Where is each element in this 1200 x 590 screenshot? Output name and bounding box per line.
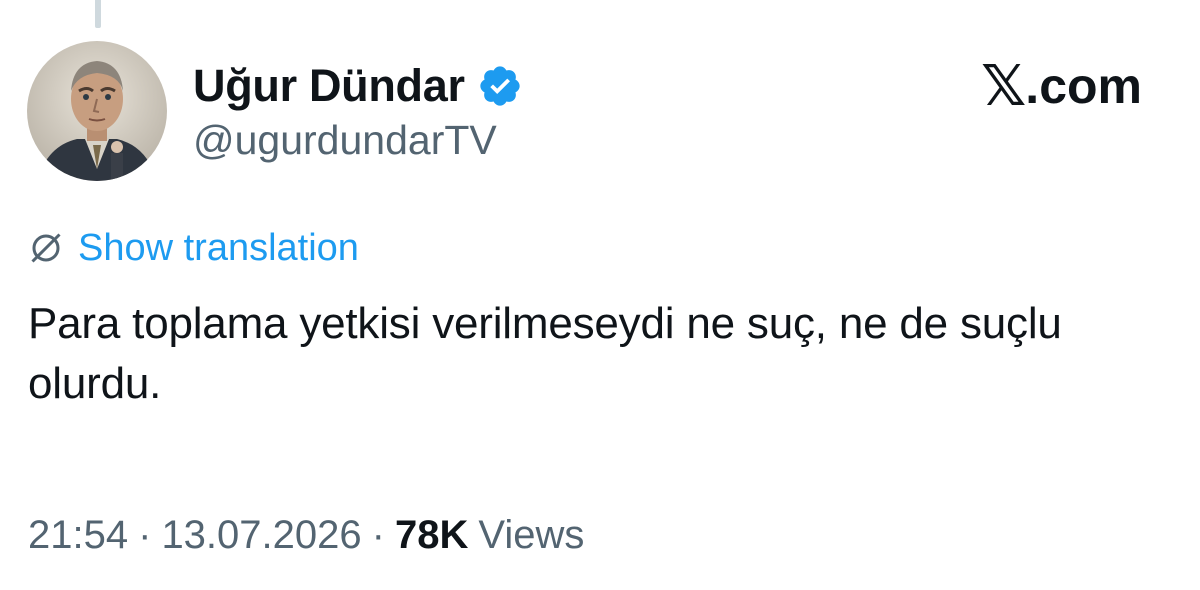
tweet-time[interactable]: 21:54 — [28, 513, 128, 558]
portrait-avatar-image — [27, 41, 167, 181]
tweet-text: Para toplama yetkisi verilmeseydi ne suç… — [28, 299, 1062, 408]
globe-icon — [28, 230, 64, 266]
views-count[interactable]: 78K — [395, 513, 468, 558]
tweet-meta: 21:54 · 13.07.2026 · 78K Views — [28, 509, 584, 561]
author-handle[interactable]: @ugurdundarTV — [193, 117, 497, 164]
author-display-name[interactable]: Uğur Dündar — [193, 60, 465, 112]
brand-watermark: 𝕏 .com — [981, 54, 1142, 117]
author-name-row[interactable]: Uğur Dündar — [193, 58, 523, 114]
brand-label: .com — [1025, 58, 1142, 114]
meta-separator: · — [371, 512, 385, 557]
meta-separator: · — [138, 512, 152, 557]
thread-connector-line — [95, 0, 101, 28]
x-logo-icon: 𝕏 — [981, 54, 1026, 117]
views-label[interactable]: Views — [478, 513, 584, 558]
show-translation-link[interactable]: Show translation — [78, 227, 359, 270]
translation-row[interactable]: Show translation — [28, 226, 359, 270]
tweet-card: Uğur Dündar @ugurdundarTV 𝕏 .com Show tr… — [0, 0, 1200, 590]
tweet-date[interactable]: 13.07.2026 — [161, 513, 361, 558]
avatar[interactable] — [27, 41, 167, 181]
verified-badge-icon — [477, 63, 523, 109]
